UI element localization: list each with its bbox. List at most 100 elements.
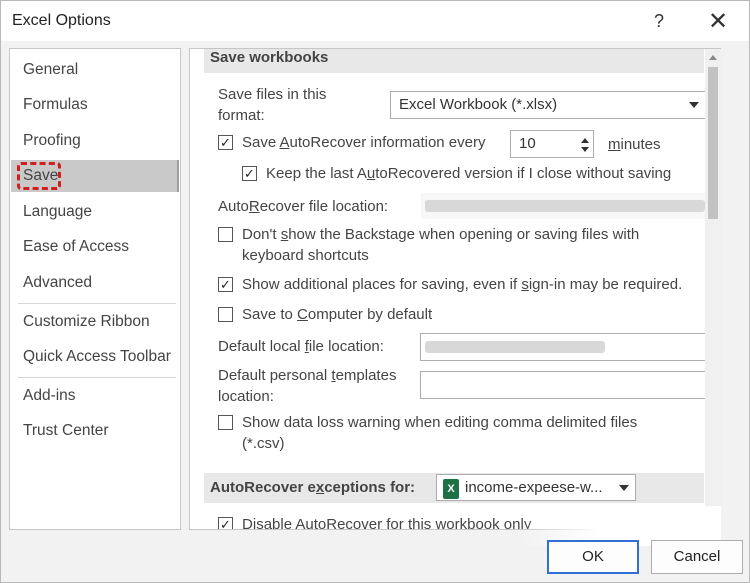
hide-backstage-label-line2: keyboard shortcuts [242,246,369,266]
data-loss-warning-label: Show data loss warning when editing comm… [242,413,637,433]
nav-item-label: Language [23,203,92,220]
nav-item-save[interactable]: Save [11,160,179,192]
hide-backstage-label: Don't show the Backstage when opening or… [242,225,639,245]
autorecover-checkbox[interactable]: ✓ [218,135,233,150]
computer-label-part: omputer by default [308,306,432,323]
section-header-save-workbooks: Save workbooks [204,48,704,73]
exceptions-header-accelerator: x [316,479,324,496]
disable-autorecover-label: Disable AutoRecover for this workbook on… [242,515,531,530]
minutes-label: minutes [608,135,661,155]
nav-item-proofing[interactable]: Proofing [11,125,179,157]
nav-divider [18,303,176,304]
local-loc-label-part: Default local [218,338,305,355]
spin-down-icon[interactable] [581,147,589,152]
ok-button[interactable]: OK [547,540,639,574]
help-button[interactable]: ? [646,9,672,35]
autorecover-label: Save AutoRecover information every [242,133,485,153]
additional-label-accelerator: s [521,276,529,293]
default-local-location-field[interactable] [420,333,706,361]
nav-item-ease-of-access[interactable]: Ease of Access [11,231,179,263]
keep-last-label-accelerator: u [367,165,375,182]
additional-label-part: ign-in may be required. [529,276,682,293]
exceptions-workbook-select[interactable]: X income-expeese-w... [436,474,636,501]
close-button[interactable]: ✕ [703,7,733,37]
autorecover-label-part: Save [242,134,280,151]
show-additional-places-checkbox[interactable]: ✓ [218,277,233,292]
save-settings-pane: Save workbooks Save files in this format… [189,48,721,530]
content-scrollbar[interactable] [705,49,721,529]
nav-item-customize-ribbon[interactable]: Customize Ribbon [11,306,179,338]
templates-location-label-line2: location: [218,387,274,407]
cancel-button[interactable]: Cancel [651,540,743,574]
backstage-label-part: how the Backstage when opening or saving… [288,226,639,243]
blurred-path [425,200,705,212]
autorecover-label-accelerator: A [280,134,290,151]
additional-label-part: Show additional places for saving, even … [242,276,521,293]
nav-item-label: Formulas [23,96,88,113]
data-loss-warning-checkbox[interactable] [218,415,233,430]
templates-location-label: Default personal templates [218,366,396,386]
nav-item-label: Add-ins [23,387,76,404]
save-format-select[interactable]: Excel Workbook (*.xlsx) [390,91,706,119]
nav-item-advanced[interactable]: Advanced [11,267,179,299]
ar-location-label-accelerator: R [249,198,260,215]
excel-options-dialog: Excel Options ? ✕ General Formulas Proof… [0,0,750,583]
autorecover-location-field[interactable] [420,192,710,220]
default-local-location-label: Default local file location: [218,337,384,357]
nav-item-language[interactable]: Language [11,196,179,228]
save-to-computer-checkbox[interactable] [218,307,233,322]
exceptions-header-part: AutoRecover e [210,479,316,496]
nav-item-label: Customize Ribbon [23,313,150,330]
templates-label-part: Default personal [218,367,331,384]
scroll-thumb[interactable] [708,67,718,219]
nav-item-label: Proofing [23,132,81,149]
autorecover-label-part: utoRecover information every [290,134,486,151]
nav-item-formulas[interactable]: Formulas [11,89,179,121]
computer-label-part: Save to [242,306,297,323]
nav-item-label: Save [23,167,58,184]
spin-up-icon[interactable] [581,138,589,143]
nav-item-add-ins[interactable]: Add-ins [11,380,179,412]
nav-item-quick-access-toolbar[interactable]: Quick Access Toolbar [11,341,179,373]
nav-item-general[interactable]: General [11,54,179,86]
computer-label-accelerator: C [297,306,308,323]
ar-location-label-part: ecover file location: [260,198,388,215]
scroll-up-icon[interactable] [709,55,717,60]
backstage-label-part: Don't [242,226,281,243]
disable-label-part: D [242,516,253,530]
autorecover-minutes-value: 10 [519,135,536,152]
keep-last-label-part: Keep the last A [266,165,367,182]
show-additional-places-label: Show additional places for saving, even … [242,275,682,295]
nav-item-label: General [23,61,78,78]
ar-location-label-part: Auto [218,198,249,215]
title-bar: Excel Options ? ✕ [1,1,749,41]
autorecover-location-label: AutoRecover file location: [218,197,388,217]
local-loc-label-part: ile location: [309,338,384,355]
hide-backstage-checkbox[interactable] [218,227,233,242]
save-format-label-line2: format: [218,106,265,126]
templates-label-part: emplates [336,367,397,384]
nav-item-trust-center[interactable]: Trust Center [11,415,179,447]
chevron-down-icon [619,485,629,491]
nav-item-label: Quick Access Toolbar [23,348,171,365]
nav-item-label: Advanced [23,274,92,291]
save-format-label: Save files in this [218,85,326,105]
save-format-value: Excel Workbook (*.xlsx) [399,96,557,113]
keep-last-label-part: toRecovered version if I close without s… [375,165,671,182]
exceptions-header-part: ceptions for: [324,479,415,496]
dialog-title: Excel Options [12,12,111,30]
autorecover-minutes-spinner[interactable]: 10 [510,130,594,158]
minutes-label-part: inutes [621,136,661,153]
exceptions-workbook-value: income-expeese-w... [465,479,603,496]
category-list: General Formulas Proofing Save Language … [9,48,181,530]
save-to-computer-label: Save to Computer by default [242,305,432,325]
disable-autorecover-checkbox[interactable]: ✓ [218,517,233,530]
nav-item-label: Ease of Access [23,238,129,255]
nav-item-label: Trust Center [23,422,109,439]
disable-label-part: sable AutoRecover for this workbook only [256,516,531,530]
blurred-path [425,341,605,353]
keep-last-version-checkbox[interactable]: ✓ [242,166,257,181]
data-loss-warning-label-line2: (*.csv) [242,434,285,454]
templates-location-field[interactable] [420,371,706,399]
excel-icon: X [443,479,459,499]
